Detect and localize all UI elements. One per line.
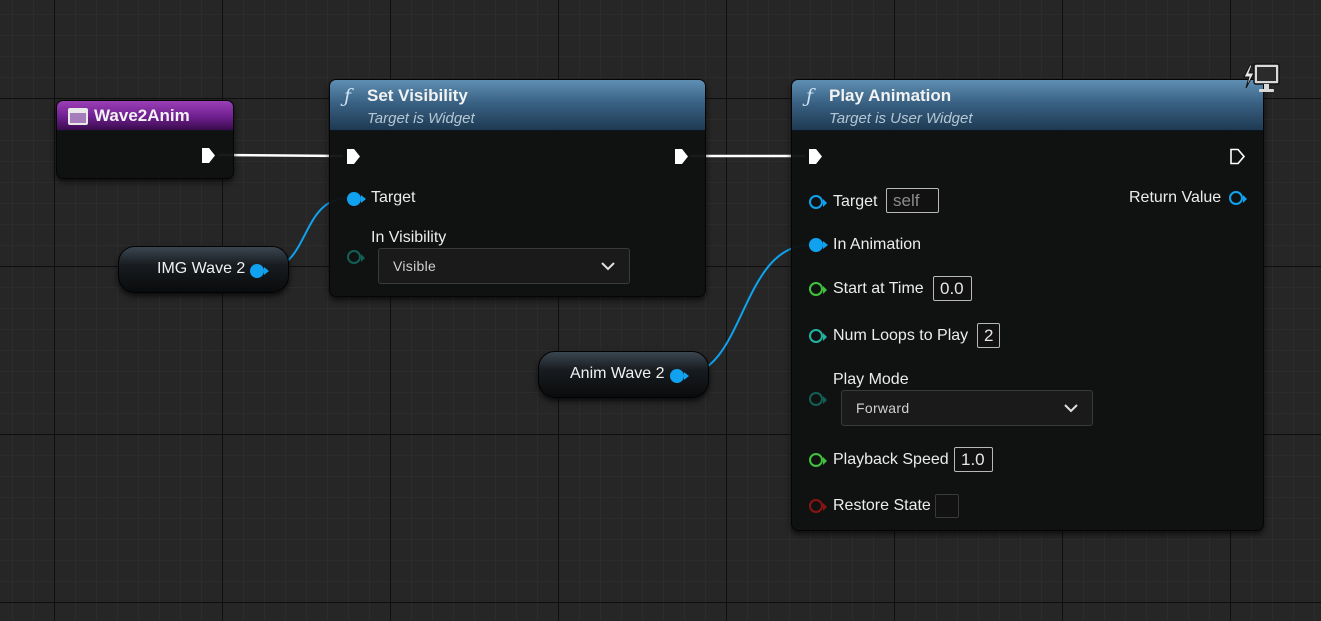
restore-state-label: Restore State bbox=[833, 497, 931, 514]
in-visibility-pin[interactable] bbox=[347, 250, 365, 264]
target-pin[interactable] bbox=[347, 192, 366, 206]
in-visibility-label: In Visibility bbox=[371, 229, 447, 246]
target-pin[interactable] bbox=[809, 195, 827, 209]
variable-label: IMG Wave 2 bbox=[157, 260, 246, 277]
play-animation-node[interactable]: ƒ Play Animation Target is User Widget T… bbox=[791, 79, 1264, 531]
set-visibility-node[interactable]: ƒ Set Visibility Target is Widget Target… bbox=[329, 79, 706, 297]
playback-speed-pin-row: Playback Speed bbox=[833, 449, 949, 471]
num-loops-pin-row: Num Loops to Play bbox=[833, 325, 968, 347]
target-pin-row: Target bbox=[833, 191, 877, 213]
chevron-down-icon bbox=[1064, 404, 1078, 413]
widget-event-icon bbox=[68, 108, 88, 125]
exec-output-pin[interactable] bbox=[200, 147, 217, 164]
in-animation-pin[interactable] bbox=[809, 238, 828, 252]
variable-label: Anim Wave 2 bbox=[570, 365, 665, 382]
start-at-time-input[interactable]: 0.0 bbox=[933, 276, 972, 301]
play-mode-dropdown[interactable]: Forward bbox=[841, 390, 1093, 426]
num-loops-pin[interactable] bbox=[809, 329, 827, 343]
function-icon: ƒ bbox=[806, 85, 814, 107]
target-self-input[interactable]: self bbox=[886, 188, 939, 213]
return-value-pin-row: Return Value bbox=[1129, 187, 1221, 209]
playback-speed-label: Playback Speed bbox=[833, 451, 949, 468]
in-animation-label: In Animation bbox=[833, 236, 922, 253]
target-label: Target bbox=[371, 189, 416, 206]
num-loops-input[interactable]: 2 bbox=[977, 323, 1000, 348]
exec-input-pin[interactable] bbox=[807, 148, 824, 165]
start-at-time-pin-row: Start at Time bbox=[833, 278, 924, 300]
play-animation-subtitle: Target is User Widget bbox=[829, 110, 973, 127]
variable-output-pin[interactable] bbox=[250, 264, 269, 278]
restore-state-pin-row: Restore State bbox=[833, 495, 931, 517]
playback-speed-pin[interactable] bbox=[809, 453, 827, 467]
play-mode-label: Play Mode bbox=[833, 371, 909, 388]
client-only-monitor-icon bbox=[1243, 63, 1280, 92]
return-value-pin[interactable] bbox=[1229, 191, 1247, 205]
set-visibility-subtitle: Target is Widget bbox=[367, 110, 475, 127]
playback-speed-input[interactable]: 1.0 bbox=[954, 447, 993, 472]
in-visibility-dropdown[interactable]: Visible bbox=[378, 248, 630, 284]
restore-state-pin[interactable] bbox=[809, 499, 827, 513]
set-visibility-title: Set Visibility bbox=[367, 86, 468, 105]
blueprint-graph-canvas[interactable]: Wave2Anim ƒ Set Visibility Target is Wid… bbox=[0, 0, 1321, 621]
event-node-wave2anim[interactable]: Wave2Anim bbox=[56, 100, 234, 179]
variable-node-img-wave-2[interactable]: IMG Wave 2 bbox=[118, 246, 289, 293]
exec-wire-event-to-setvis[interactable] bbox=[217, 153, 344, 158]
start-at-time-pin[interactable] bbox=[809, 282, 827, 296]
num-loops-label: Num Loops to Play bbox=[833, 327, 969, 344]
play-animation-header: ƒ Play Animation Target is User Widget bbox=[792, 80, 1263, 131]
exec-output-pin[interactable] bbox=[673, 148, 690, 165]
variable-node-anim-wave-2[interactable]: Anim Wave 2 bbox=[538, 351, 709, 398]
set-visibility-header: ƒ Set Visibility Target is Widget bbox=[330, 80, 705, 131]
return-value-label: Return Value bbox=[1129, 189, 1222, 206]
play-mode-pin-row: Play Mode bbox=[833, 369, 909, 391]
play-animation-title: Play Animation bbox=[829, 86, 952, 105]
start-at-time-label: Start at Time bbox=[833, 280, 924, 297]
exec-output-pin-unconnected[interactable] bbox=[1229, 148, 1246, 165]
function-icon: ƒ bbox=[344, 85, 352, 107]
event-node-header: Wave2Anim bbox=[57, 101, 233, 131]
target-pin-row: Target bbox=[371, 187, 415, 209]
in-visibility-pin-row: In Visibility bbox=[371, 227, 446, 249]
target-label: Target bbox=[833, 193, 878, 210]
play-mode-pin[interactable] bbox=[809, 392, 827, 406]
in-animation-pin-row: In Animation bbox=[833, 234, 921, 256]
play-mode-value: Forward bbox=[856, 400, 910, 416]
restore-state-checkbox[interactable] bbox=[935, 494, 959, 518]
chevron-down-icon bbox=[601, 262, 615, 271]
event-node-title: Wave2Anim bbox=[94, 106, 190, 125]
in-visibility-value: Visible bbox=[393, 258, 437, 274]
exec-input-pin[interactable] bbox=[345, 148, 362, 165]
variable-output-pin[interactable] bbox=[670, 369, 689, 383]
